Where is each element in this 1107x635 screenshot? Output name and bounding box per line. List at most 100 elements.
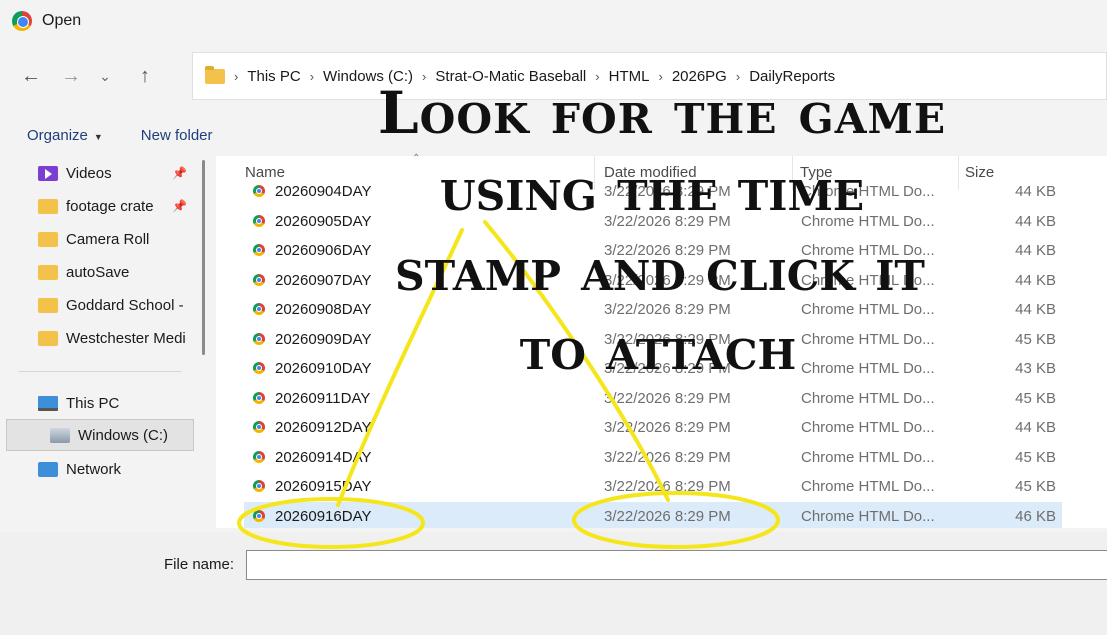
file-size: 44 KB bbox=[1015, 419, 1056, 436]
file-row[interactable]: 20260911DAY 3/22/2026 8:29 PM Chrome HTM… bbox=[244, 384, 1062, 414]
forward-arrow-icon[interactable]: → bbox=[56, 61, 86, 91]
file-size: 45 KB bbox=[1015, 478, 1056, 495]
chrome-html-file-icon bbox=[253, 244, 265, 256]
breadcrumb-2026pg[interactable]: 2026PG bbox=[672, 68, 727, 85]
file-type: Chrome HTML Do... bbox=[801, 478, 935, 495]
chrome-html-file-icon bbox=[253, 273, 265, 286]
file-row[interactable]: 20260909DAY 3/22/2026 8:29 PM Chrome HTM… bbox=[244, 325, 1062, 355]
chrome-html-file-icon bbox=[253, 480, 265, 492]
file-name-input[interactable] bbox=[246, 550, 1107, 580]
navigation-bar: ← → ⌄ ↑ › This PC › Windows (C:) › Strat… bbox=[0, 52, 1107, 100]
sidebar-item-autosave[interactable]: autoSave bbox=[38, 259, 198, 285]
breadcrumb-strat-o-matic[interactable]: Strat-O-Matic Baseball bbox=[435, 68, 586, 85]
file-size: 45 KB bbox=[1015, 389, 1056, 407]
file-size: 45 KB bbox=[1015, 448, 1056, 466]
back-arrow-icon[interactable]: ← bbox=[16, 61, 46, 91]
file-type: Chrome HTML Do... bbox=[801, 242, 935, 259]
sidebar-item-label: footage crate bbox=[66, 197, 154, 215]
breadcrumb-this-pc[interactable]: This PC bbox=[247, 68, 300, 85]
drive-icon bbox=[50, 427, 70, 443]
file-name: 20260904DAY bbox=[275, 184, 372, 200]
sidebar-item-camera-roll[interactable]: Camera Roll bbox=[38, 226, 198, 252]
file-row[interactable]: 20260907DAY 3/22/2026 8:29 PM Chrome HTM… bbox=[244, 266, 1062, 296]
file-size: 46 KB bbox=[1015, 507, 1056, 525]
breadcrumb-windows-c[interactable]: Windows (C:) bbox=[323, 68, 413, 85]
chrome-html-file-icon bbox=[253, 185, 265, 197]
file-date: 3/22/2026 8:29 PM bbox=[604, 271, 731, 289]
title-bar: Open bbox=[0, 0, 1107, 42]
file-date: 3/22/2026 8:29 PM bbox=[604, 301, 731, 318]
new-folder-button[interactable]: New folder bbox=[141, 127, 213, 144]
sidebar-item-label: This PC bbox=[66, 394, 120, 412]
file-name: 20260905DAY bbox=[275, 212, 372, 230]
sidebar-item-westchester[interactable]: Westchester Medi bbox=[38, 325, 198, 351]
network-icon bbox=[38, 461, 58, 477]
file-rows-viewport: 20260904DAY 3/22/2026 8:29 PM Chrome HTM… bbox=[216, 184, 1107, 528]
sidebar-scrollbar[interactable] bbox=[202, 160, 205, 355]
folder-icon bbox=[38, 297, 58, 313]
file-name-area: File name: bbox=[0, 532, 1107, 635]
file-row[interactable]: 20260906DAY 3/22/2026 8:29 PM Chrome HTM… bbox=[244, 236, 1062, 266]
file-row[interactable]: 20260915DAY 3/22/2026 8:29 PM Chrome HTM… bbox=[244, 472, 1062, 502]
file-size: 44 KB bbox=[1015, 271, 1056, 289]
column-header-date[interactable]: Date modified bbox=[604, 164, 697, 184]
file-row[interactable]: 20260905DAY 3/22/2026 8:29 PM Chrome HTM… bbox=[244, 207, 1062, 237]
file-type: Chrome HTML Do... bbox=[801, 330, 935, 348]
sidebar-item-windows-c[interactable]: Windows (C:) bbox=[50, 422, 210, 448]
folder-icon bbox=[38, 264, 58, 280]
folder-icon bbox=[38, 330, 58, 346]
sidebar-divider bbox=[18, 371, 182, 372]
column-header-size[interactable]: Size bbox=[965, 164, 994, 184]
folder-icon bbox=[205, 65, 225, 84]
file-row[interactable]: 20260908DAY 3/22/2026 8:29 PM Chrome HTM… bbox=[244, 295, 1062, 325]
chevron-down-icon[interactable]: ⌄ bbox=[90, 61, 120, 91]
address-bar[interactable]: › This PC › Windows (C:) › Strat-O-Matic… bbox=[192, 52, 1107, 100]
navigation-pane: Videos 📌 footage crate 📌 Camera Roll aut… bbox=[0, 156, 210, 528]
file-type: Chrome HTML Do... bbox=[801, 184, 935, 200]
file-type: Chrome HTML Do... bbox=[801, 360, 935, 377]
window-title: Open bbox=[42, 12, 82, 29]
file-row[interactable]: 20260910DAY 3/22/2026 8:29 PM Chrome HTM… bbox=[244, 354, 1062, 384]
sidebar-item-goddard-school[interactable]: Goddard School - bbox=[38, 292, 198, 318]
breadcrumb-dailyreports[interactable]: DailyReports bbox=[749, 68, 835, 85]
file-date: 3/22/2026 8:29 PM bbox=[604, 184, 731, 200]
file-row[interactable]: 20260914DAY 3/22/2026 8:29 PM Chrome HTM… bbox=[244, 443, 1062, 473]
pin-icon: 📌 bbox=[172, 166, 187, 180]
file-type: Chrome HTML Do... bbox=[801, 301, 935, 318]
sidebar-item-network[interactable]: Network bbox=[38, 456, 198, 482]
sidebar-item-label: Goddard School - bbox=[66, 296, 184, 314]
file-size: 44 KB bbox=[1015, 184, 1056, 200]
chrome-html-file-icon bbox=[253, 391, 265, 404]
file-size: 44 KB bbox=[1015, 301, 1056, 318]
file-row[interactable]: 20260912DAY 3/22/2026 8:29 PM Chrome HTM… bbox=[244, 413, 1062, 443]
sidebar-item-label: Windows (C:) bbox=[78, 426, 169, 444]
chevron-right-icon: › bbox=[234, 68, 239, 84]
chrome-icon bbox=[12, 11, 32, 31]
sidebar-item-this-pc[interactable]: This PC bbox=[38, 390, 198, 416]
column-header-name[interactable]: Name bbox=[245, 164, 285, 184]
column-header-type[interactable]: Type bbox=[800, 164, 833, 184]
file-size: 44 KB bbox=[1015, 242, 1056, 259]
file-row-selected[interactable]: 20260916DAY 3/22/2026 8:29 PM Chrome HTM… bbox=[244, 501, 1062, 528]
file-list: Name ⌃ Date modified Type Size 20260904D… bbox=[216, 153, 1107, 528]
organize-button[interactable]: Organize ▼ bbox=[27, 127, 103, 144]
file-size: 45 KB bbox=[1015, 330, 1056, 348]
file-type: Chrome HTML Do... bbox=[801, 507, 935, 525]
file-name: 20260910DAY bbox=[275, 360, 372, 377]
chrome-html-file-icon bbox=[253, 303, 265, 315]
file-size: 43 KB bbox=[1015, 360, 1056, 377]
file-type: Chrome HTML Do... bbox=[801, 448, 935, 466]
file-date: 3/22/2026 8:29 PM bbox=[604, 330, 731, 348]
file-date: 3/22/2026 8:29 PM bbox=[604, 478, 731, 495]
file-name: 20260912DAY bbox=[275, 419, 372, 436]
file-type: Chrome HTML Do... bbox=[801, 271, 935, 289]
chrome-html-file-icon bbox=[253, 362, 265, 374]
chevron-right-icon: › bbox=[309, 68, 315, 84]
command-bar: Organize ▼ New folder bbox=[0, 118, 1107, 152]
file-row[interactable]: 20260904DAY 3/22/2026 8:29 PM Chrome HTM… bbox=[244, 184, 1062, 207]
up-arrow-icon[interactable]: ↑ bbox=[130, 61, 160, 91]
file-date: 3/22/2026 8:29 PM bbox=[604, 507, 731, 525]
chevron-right-icon: › bbox=[422, 68, 427, 84]
breadcrumb-html[interactable]: HTML bbox=[609, 68, 650, 85]
file-name: 20260914DAY bbox=[275, 448, 372, 466]
